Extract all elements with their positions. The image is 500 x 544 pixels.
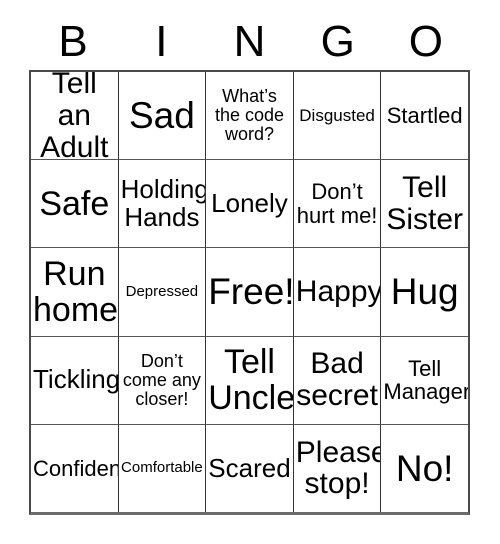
bingo-cell-label: Scared [208,452,291,483]
bingo-cell[interactable]: Tell an Adult [31,72,119,160]
bingo-header-letter-b: B [58,17,88,66]
bingo-cell[interactable]: Run home [31,248,119,336]
bingo-cell[interactable]: Comfortable [119,424,207,513]
bingo-cell[interactable]: Startled [381,72,468,159]
bingo-cell-label: Please stop! [295,435,382,501]
bingo-cell-label: Tell Uncle [208,343,294,418]
bingo-cell-label: Free! [208,271,294,313]
bingo-cell-label: Don’t come any closer! [122,350,201,409]
bingo-row: Tickling Don’t come any closer! Tell Unc… [31,336,468,425]
bingo-cell-label: Disgusted [299,105,375,125]
bingo-cell[interactable]: Please stop! [294,424,382,513]
bingo-cell-label: Confident [33,455,119,481]
bingo-cell[interactable]: Tell Uncle [206,336,294,424]
bingo-cell-label: Don’t hurt me! [296,179,378,228]
bingo-card: B I N G O Tell an Adult Sad What’s the c… [0,0,500,544]
bingo-row: Tell an Adult Sad What’s the code word? … [31,72,468,161]
bingo-cell-label: No! [395,447,454,489]
bingo-cell[interactable]: Tell Manager [381,337,468,424]
bingo-cell-label: Lonely [211,188,288,219]
bingo-row: Run home Depressed Free! Happy Hug [31,248,468,337]
bingo-cell-label: Hug [390,271,459,313]
bingo-cell[interactable]: Depressed [119,248,207,336]
bingo-cell-label: Tickling [33,364,119,395]
bingo-cell-label: Startled [386,102,463,128]
bingo-row: Confident Comfortable Scared Please stop… [31,424,468,513]
bingo-cell-label: Comfortable [121,459,203,477]
bingo-cell[interactable]: Bad secret [294,336,382,424]
bingo-header-letter-g: G [320,17,355,66]
bingo-cell-free[interactable]: Free! [206,248,294,336]
bingo-cell[interactable]: Hug [381,248,468,335]
bingo-cell-label: Tell Manager [383,355,468,405]
bingo-cell[interactable]: Lonely [206,160,294,248]
bingo-cell[interactable]: Holding Hands [119,160,207,248]
bingo-cell[interactable]: Safe [31,160,119,248]
bingo-row: Safe Holding Hands Lonely Don’t hurt me!… [31,160,468,249]
bingo-cell-label: Tell Sister [386,171,464,236]
bingo-cell[interactable]: Tell Sister [381,160,468,247]
bingo-header-letter-n: N [233,17,266,66]
bingo-cell-label: Depressed [125,283,199,301]
bingo-cell[interactable]: Sad [119,72,207,160]
bingo-cell-label: What’s the code word? [214,85,285,145]
bingo-cell-label: Bad secret [296,347,378,413]
bingo-header: B I N G O [29,14,470,70]
bingo-cell[interactable]: Scared [206,424,294,513]
bingo-header-letter-i: I [155,17,168,66]
bingo-cell-label: Holding Hands [120,174,207,232]
bingo-cell-label: Tell an Adult [40,72,109,160]
bingo-cell-label: Run home [33,254,119,329]
bingo-cell[interactable]: Happy [294,248,382,336]
bingo-cell-label: Sad [128,94,195,136]
bingo-cell[interactable]: Don’t hurt me! [294,160,382,248]
bingo-cell-label: Happy [295,275,382,309]
bingo-cell[interactable]: Don’t come any closer! [119,336,207,424]
bingo-grid: Tell an Adult Sad What’s the code word? … [29,70,470,515]
bingo-cell-label: Safe [39,184,110,223]
bingo-cell[interactable]: No! [381,425,468,512]
bingo-cell[interactable]: What’s the code word? [206,72,294,160]
bingo-cell[interactable]: Confident [31,424,119,513]
bingo-header-letter-o: O [408,17,444,66]
bingo-cell[interactable]: Disgusted [294,72,382,160]
bingo-cell[interactable]: Tickling [31,336,119,424]
